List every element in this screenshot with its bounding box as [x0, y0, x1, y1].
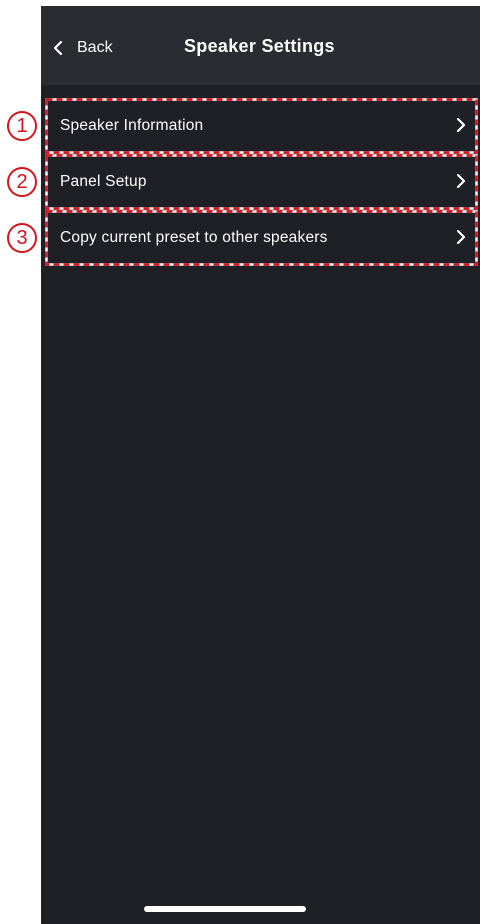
screenshot-canvas: 1 2 3 Back Speaker Settings Speaker Info…	[0, 0, 480, 924]
divider	[45, 152, 478, 153]
divider	[45, 208, 478, 209]
menu-item-label: Panel Setup	[60, 173, 147, 190]
chevron-right-icon	[456, 229, 466, 245]
chevron-left-icon	[53, 40, 63, 56]
callout-2: 2	[7, 167, 37, 197]
chevron-right-icon	[456, 117, 466, 133]
menu-item-speaker-information[interactable]: Speaker Information	[45, 100, 478, 152]
home-indicator[interactable]	[144, 906, 306, 912]
back-button[interactable]: Back	[53, 34, 113, 62]
navigation-bar: Back Speaker Settings	[41, 6, 480, 85]
callout-3: 3	[7, 223, 37, 253]
menu-item-copy-preset[interactable]: Copy current preset to other speakers	[45, 212, 478, 264]
menu-item-panel-setup[interactable]: Panel Setup	[45, 156, 478, 208]
menu-item-label: Copy current preset to other speakers	[60, 229, 328, 246]
menu-item-label: Speaker Information	[60, 117, 204, 134]
back-label: Back	[77, 39, 113, 56]
chevron-right-icon	[456, 173, 466, 189]
callout-1: 1	[7, 111, 37, 141]
app-screen: Back Speaker Settings Speaker Informatio…	[41, 6, 480, 924]
page-title: Speaker Settings	[184, 36, 335, 56]
